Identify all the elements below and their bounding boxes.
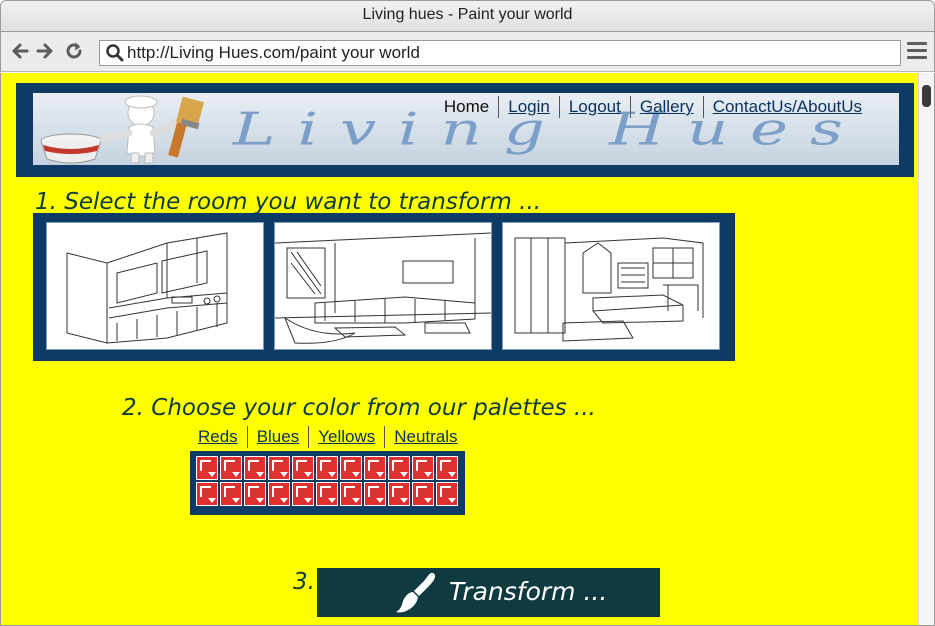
room-living-room[interactable] — [274, 222, 492, 350]
color-swatch[interactable] — [388, 482, 410, 506]
banner: Living Hues Home Login Logout Gallery Co… — [33, 93, 899, 165]
painter-mascot-logo — [40, 95, 204, 164]
color-swatch[interactable] — [340, 456, 362, 480]
nav-login[interactable]: Login — [498, 96, 559, 118]
tab-blues[interactable]: Blues — [246, 426, 309, 448]
step3-number: 3. — [293, 569, 315, 595]
hamburger-menu-icon[interactable] — [907, 42, 927, 62]
address-bar[interactable]: http://Living Hues.com/paint your world — [99, 40, 901, 66]
room-bedroom[interactable] — [502, 222, 720, 350]
scrollbar-thumb[interactable] — [922, 85, 931, 107]
living-room-sketch-image — [274, 232, 492, 344]
top-navigation: Home Login Logout Gallery ContactUs/Abou… — [435, 96, 871, 118]
nav-home[interactable]: Home — [435, 96, 498, 118]
bedroom-sketch-image — [514, 237, 704, 342]
tab-yellows[interactable]: Yellows — [308, 426, 384, 448]
color-swatch[interactable] — [292, 456, 314, 480]
site-header: Living Hues Home Login Logout Gallery Co… — [16, 83, 914, 177]
color-swatch[interactable] — [244, 456, 266, 480]
color-swatch[interactable] — [436, 482, 458, 506]
reload-icon[interactable] — [63, 40, 85, 62]
color-swatch[interactable] — [220, 482, 242, 506]
color-swatch[interactable] — [220, 456, 242, 480]
color-swatch[interactable] — [412, 456, 434, 480]
browser-toolbar: http://Living Hues.com/paint your world — [0, 32, 935, 72]
color-swatch[interactable] — [268, 482, 290, 506]
color-swatch[interactable] — [436, 456, 458, 480]
nav-logout[interactable]: Logout — [558, 96, 630, 118]
transform-button-label: Transform ... — [449, 577, 608, 606]
vertical-scrollbar[interactable] — [918, 73, 934, 625]
page-viewport: Living Hues Home Login Logout Gallery Co… — [0, 73, 935, 626]
color-swatch[interactable] — [292, 482, 314, 506]
color-swatch[interactable] — [340, 482, 362, 506]
color-swatch[interactable] — [196, 482, 218, 506]
window-title: Living hues - Paint your world — [362, 6, 573, 23]
color-swatch[interactable] — [316, 456, 338, 480]
color-swatch[interactable] — [316, 482, 338, 506]
browser-titlebar: Living hues - Paint your world — [0, 0, 935, 32]
transform-button[interactable]: Transform ... — [317, 568, 660, 617]
color-swatch[interactable] — [196, 456, 218, 480]
paint-brush-icon — [396, 572, 436, 613]
room-kitchen[interactable] — [46, 222, 264, 350]
palette-tabs: Reds Blues Yellows Neutrals — [189, 426, 467, 448]
swatch-row — [196, 482, 459, 506]
tab-neutrals[interactable]: Neutrals — [384, 426, 466, 448]
nav-gallery[interactable]: Gallery — [629, 96, 703, 118]
step1-heading: 1. Select the room you want to transform… — [35, 189, 542, 215]
search-icon — [106, 44, 124, 62]
kitchen-sketch-image — [66, 232, 228, 344]
color-swatch[interactable] — [364, 456, 386, 480]
arrow-right-icon[interactable] — [34, 40, 56, 62]
color-swatch[interactable] — [388, 456, 410, 480]
color-swatch[interactable] — [244, 482, 266, 506]
color-swatch[interactable] — [412, 482, 434, 506]
step2-heading: 2. Choose your color from our palettes .… — [122, 395, 596, 421]
arrow-left-icon[interactable] — [9, 40, 31, 62]
swatch-row — [196, 456, 459, 480]
room-selector — [33, 213, 735, 361]
nav-contact-about[interactable]: ContactUs/AboutUs — [702, 96, 871, 118]
color-swatch[interactable] — [268, 456, 290, 480]
tab-reds[interactable]: Reds — [189, 426, 247, 448]
color-swatch-grid — [190, 451, 465, 515]
color-swatch[interactable] — [364, 482, 386, 506]
url-text: http://Living Hues.com/paint your world — [127, 43, 420, 62]
